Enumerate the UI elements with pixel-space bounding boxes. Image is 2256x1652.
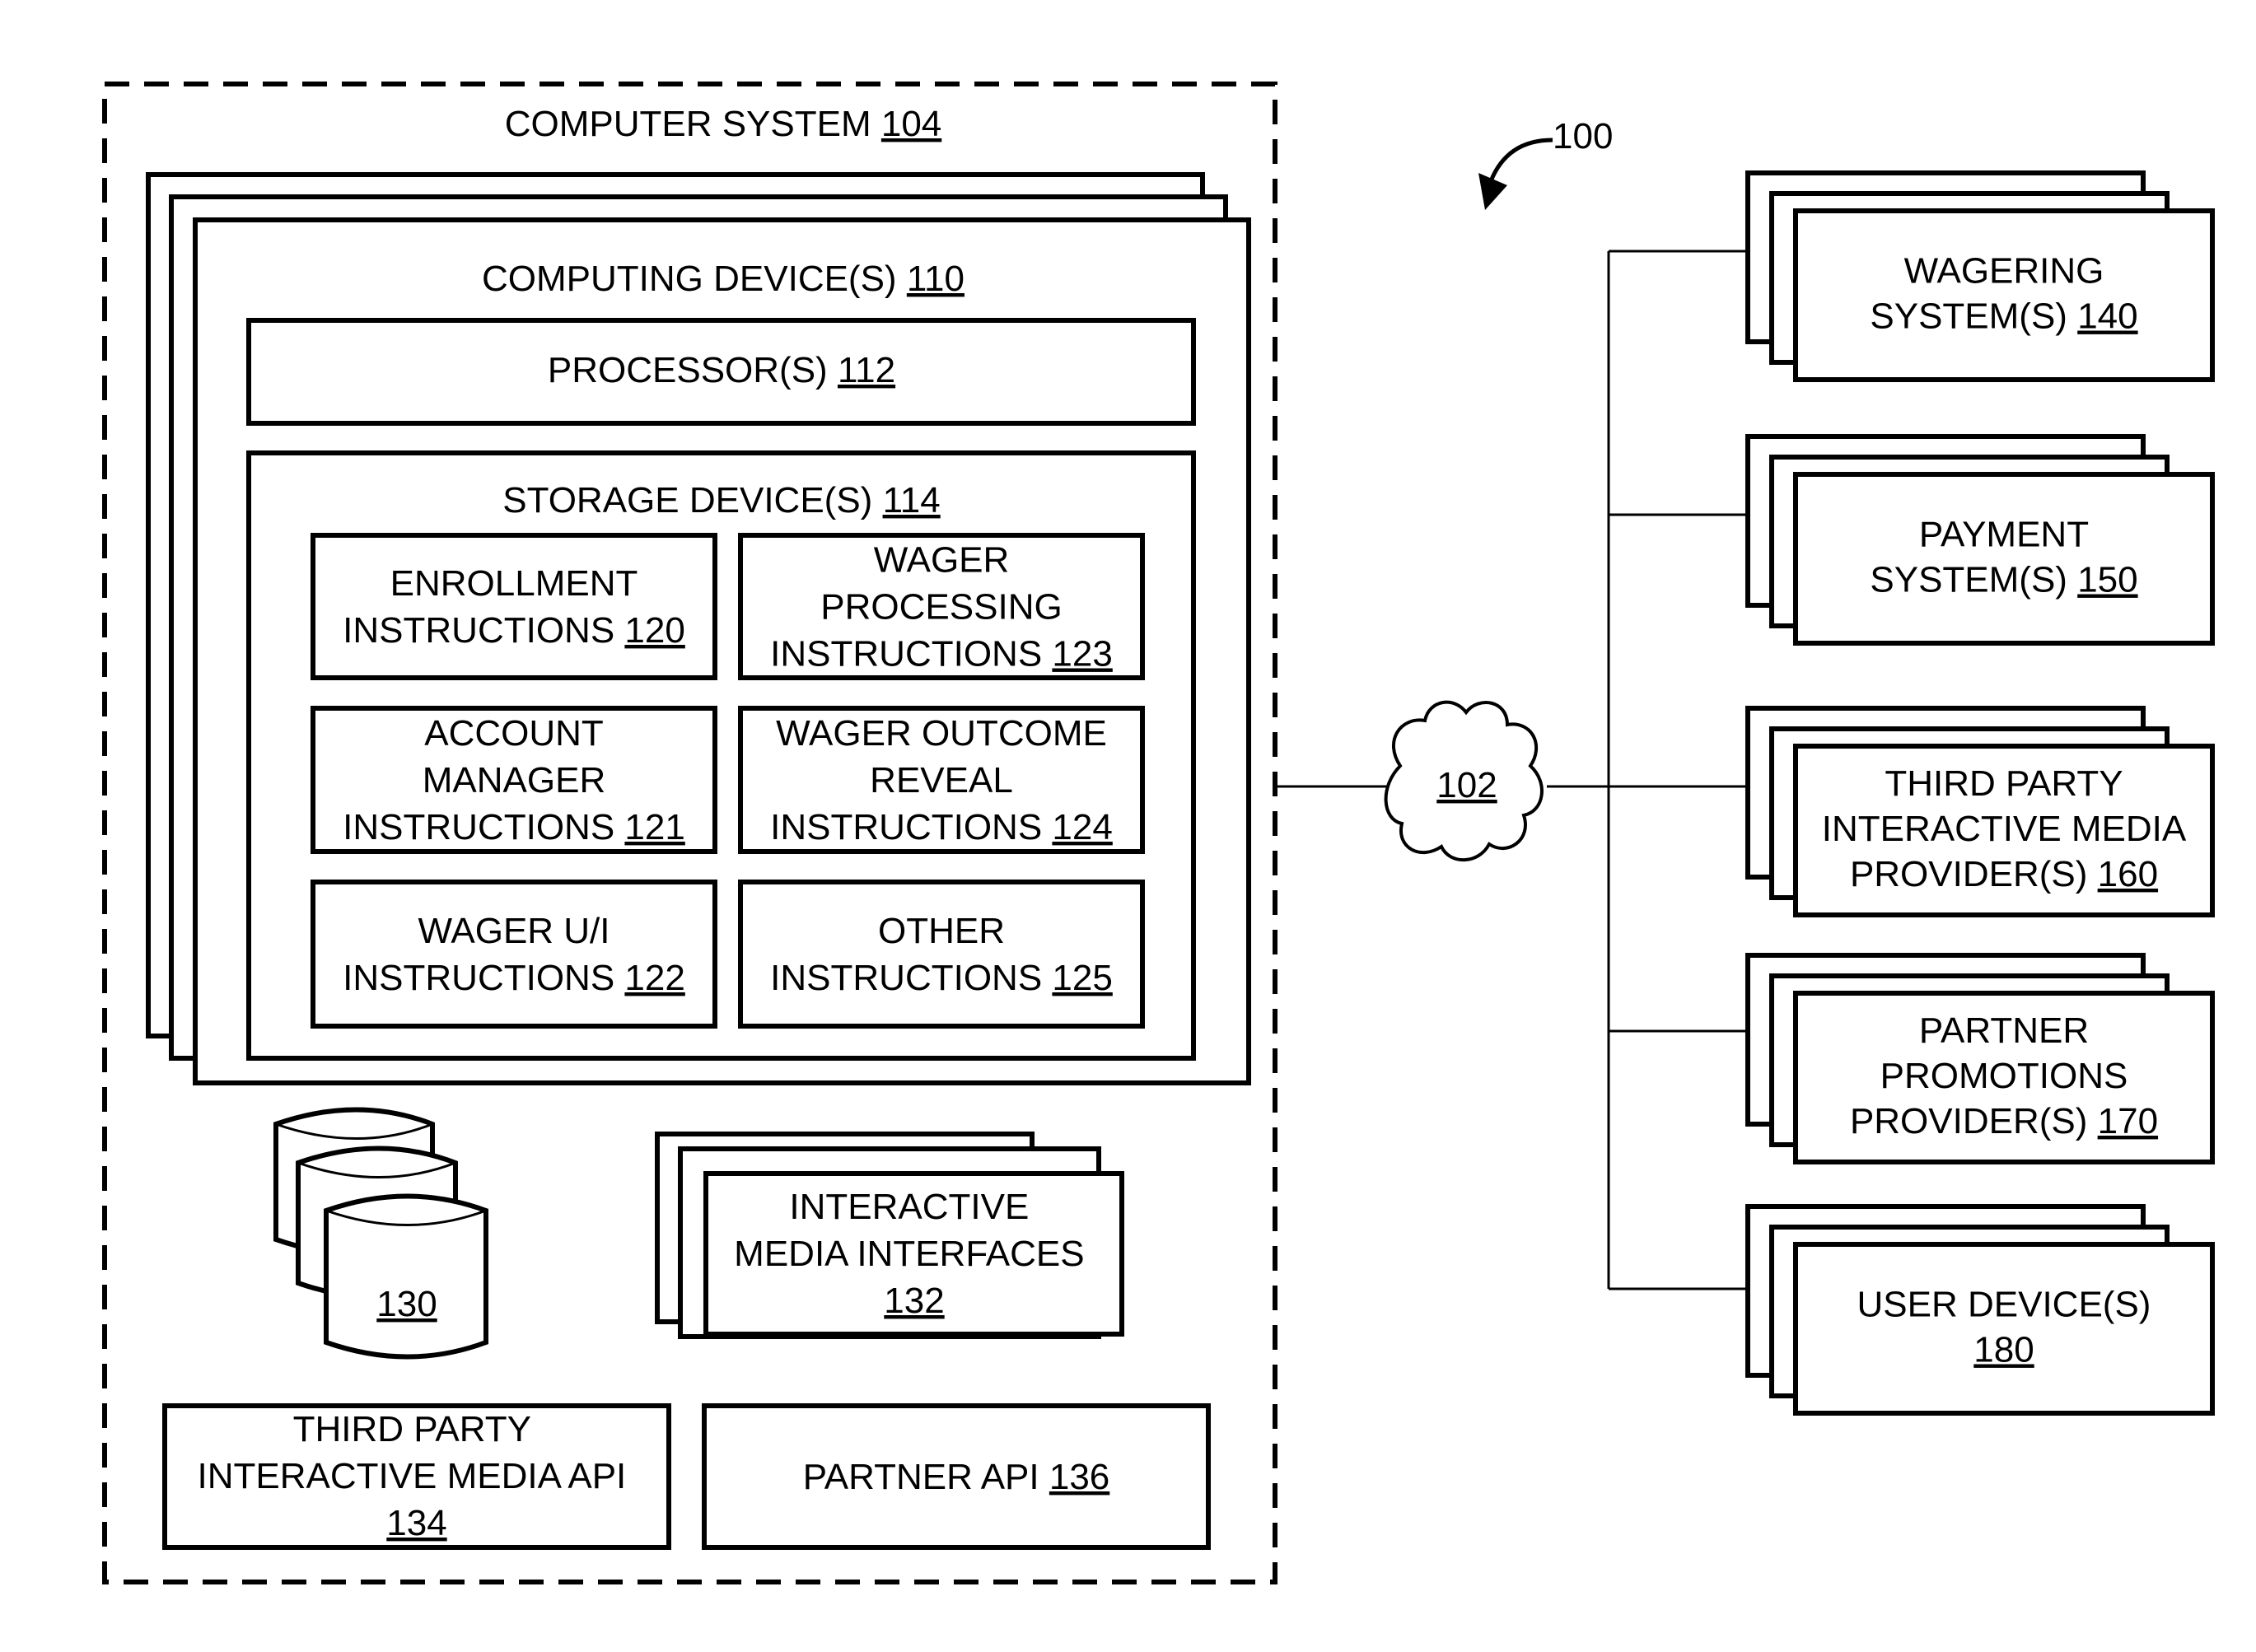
network-ref: 102 bbox=[1436, 765, 1497, 805]
external-system-box bbox=[1793, 472, 2215, 646]
external-systems: WAGERING SYSTEM(S) 140PAYMENT SYSTEM(S) 15… bbox=[1609, 170, 2215, 1416]
figure-ref-arrow bbox=[1488, 138, 1553, 182]
computer-system-label: COMPUTER SYSTEM 104 bbox=[505, 104, 942, 144]
computing-device-label: COMPUTING DEVICE(S) 110 bbox=[482, 259, 965, 299]
storage-label: STORAGE DEVICE(S) 114 bbox=[502, 480, 940, 520]
external-system-box bbox=[1793, 1242, 2215, 1416]
figure-ref: 100 bbox=[1553, 116, 1613, 156]
system-diagram: COMPUTER SYSTEM 104 COMPUTING DEVICE(S) … bbox=[102, 82, 2215, 1584]
partner-api-label: PARTNER API 136 bbox=[803, 1457, 1110, 1497]
instruction-box bbox=[311, 533, 717, 680]
instruction-box bbox=[311, 880, 717, 1029]
external-system-box bbox=[1793, 208, 2215, 382]
database-ref: 130 bbox=[376, 1284, 437, 1324]
processor-label: PROCESSOR(S) 112 bbox=[548, 350, 895, 390]
instruction-box bbox=[738, 880, 1145, 1029]
